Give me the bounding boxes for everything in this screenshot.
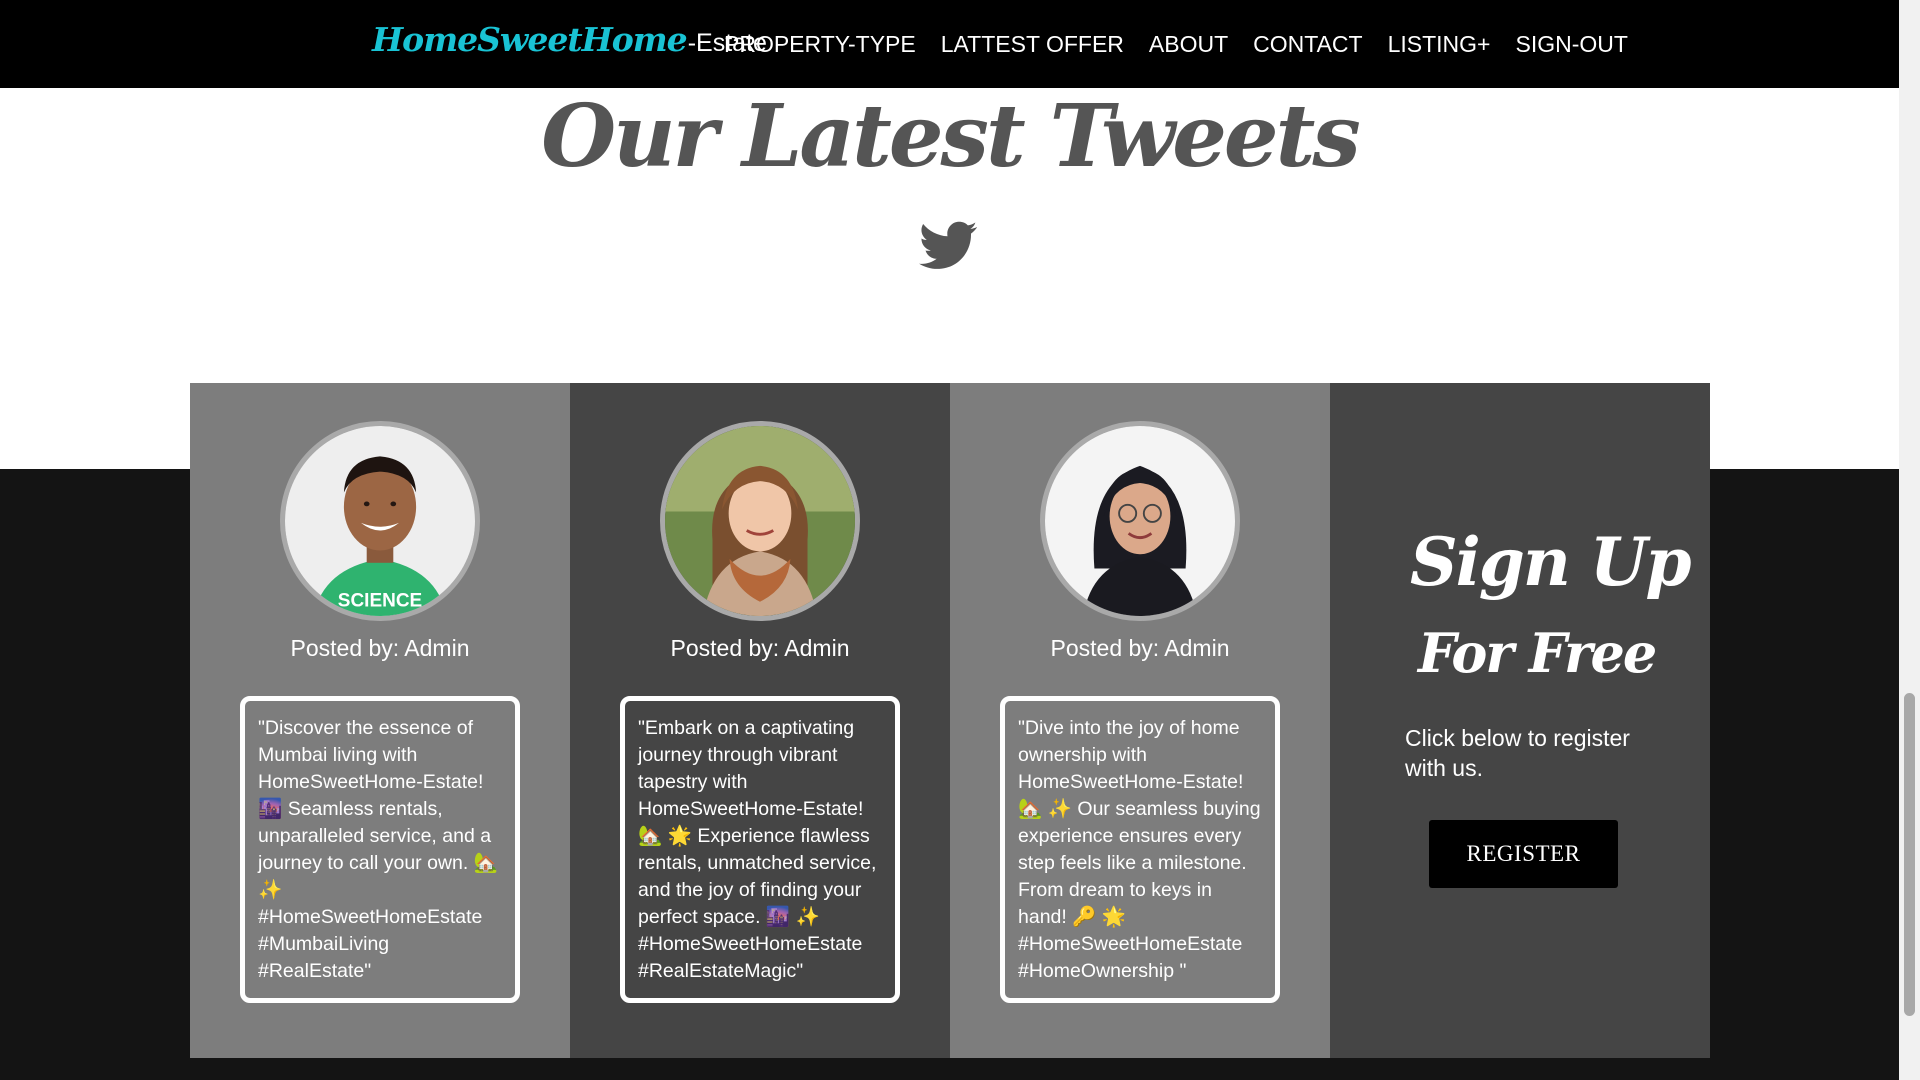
signup-text: Click below to register with us. [1405,725,1630,781]
posted-by: Posted by: Admin [290,635,470,661]
navbar: HomeSweetHome -Estate PROPERTY-TYPE LATT… [0,0,1899,88]
register-button[interactable]: REGISTER [1429,820,1618,888]
scrollbar[interactable] [1899,0,1920,1080]
tweet-card: Posted by: Admin "Embark on a captivatin… [570,383,950,1058]
tweet-card: Posted by: Admin "Dive into the joy of h… [950,383,1330,1058]
tweet-text: "Embark on a captivating journey through… [620,696,900,1003]
nav-item-sign-out[interactable]: SIGN-OUT [1516,31,1628,58]
twitter-icon [919,221,978,269]
avatar: SCIENCE [280,421,480,621]
nav-item-contact[interactable]: CONTACT [1253,31,1362,58]
scrollbar-thumb[interactable] [1904,693,1915,1016]
signup-card: Sign Up For Free Click below to register… [1330,383,1710,1058]
avatar [660,421,860,621]
avatar [1040,421,1240,621]
nav-item-about[interactable]: ABOUT [1149,31,1228,58]
posted-by: Posted by: Admin [670,635,850,661]
nav-links: PROPERTY-TYPE LATTEST OFFER ABOUT CONTAC… [724,31,1653,58]
posted-by: Posted by: Admin [1050,635,1230,661]
tweet-text: "Discover the essence of Mumbai living w… [240,696,520,1003]
nav-item-property-type[interactable]: PROPERTY-TYPE [724,31,916,58]
brand-name: HomeSweetHome [372,20,688,59]
svg-text:SCIENCE: SCIENCE [338,591,422,612]
brand-logo[interactable]: HomeSweetHome -Estate [372,20,767,59]
nav-item-latest-offer[interactable]: LATTEST OFFER [941,31,1124,58]
section-title: Our Latest Tweets [541,86,1361,187]
tweet-text: "Dive into the joy of home ownership wit… [1000,696,1280,1003]
signup-title-line2: For Free [1418,621,1657,685]
signup-title-line1: Sign Up [1410,523,1692,601]
tweet-card: SCIENCE Posted by: Admin "Discover the e… [190,383,570,1058]
nav-item-listing[interactable]: LISTING+ [1388,31,1491,58]
